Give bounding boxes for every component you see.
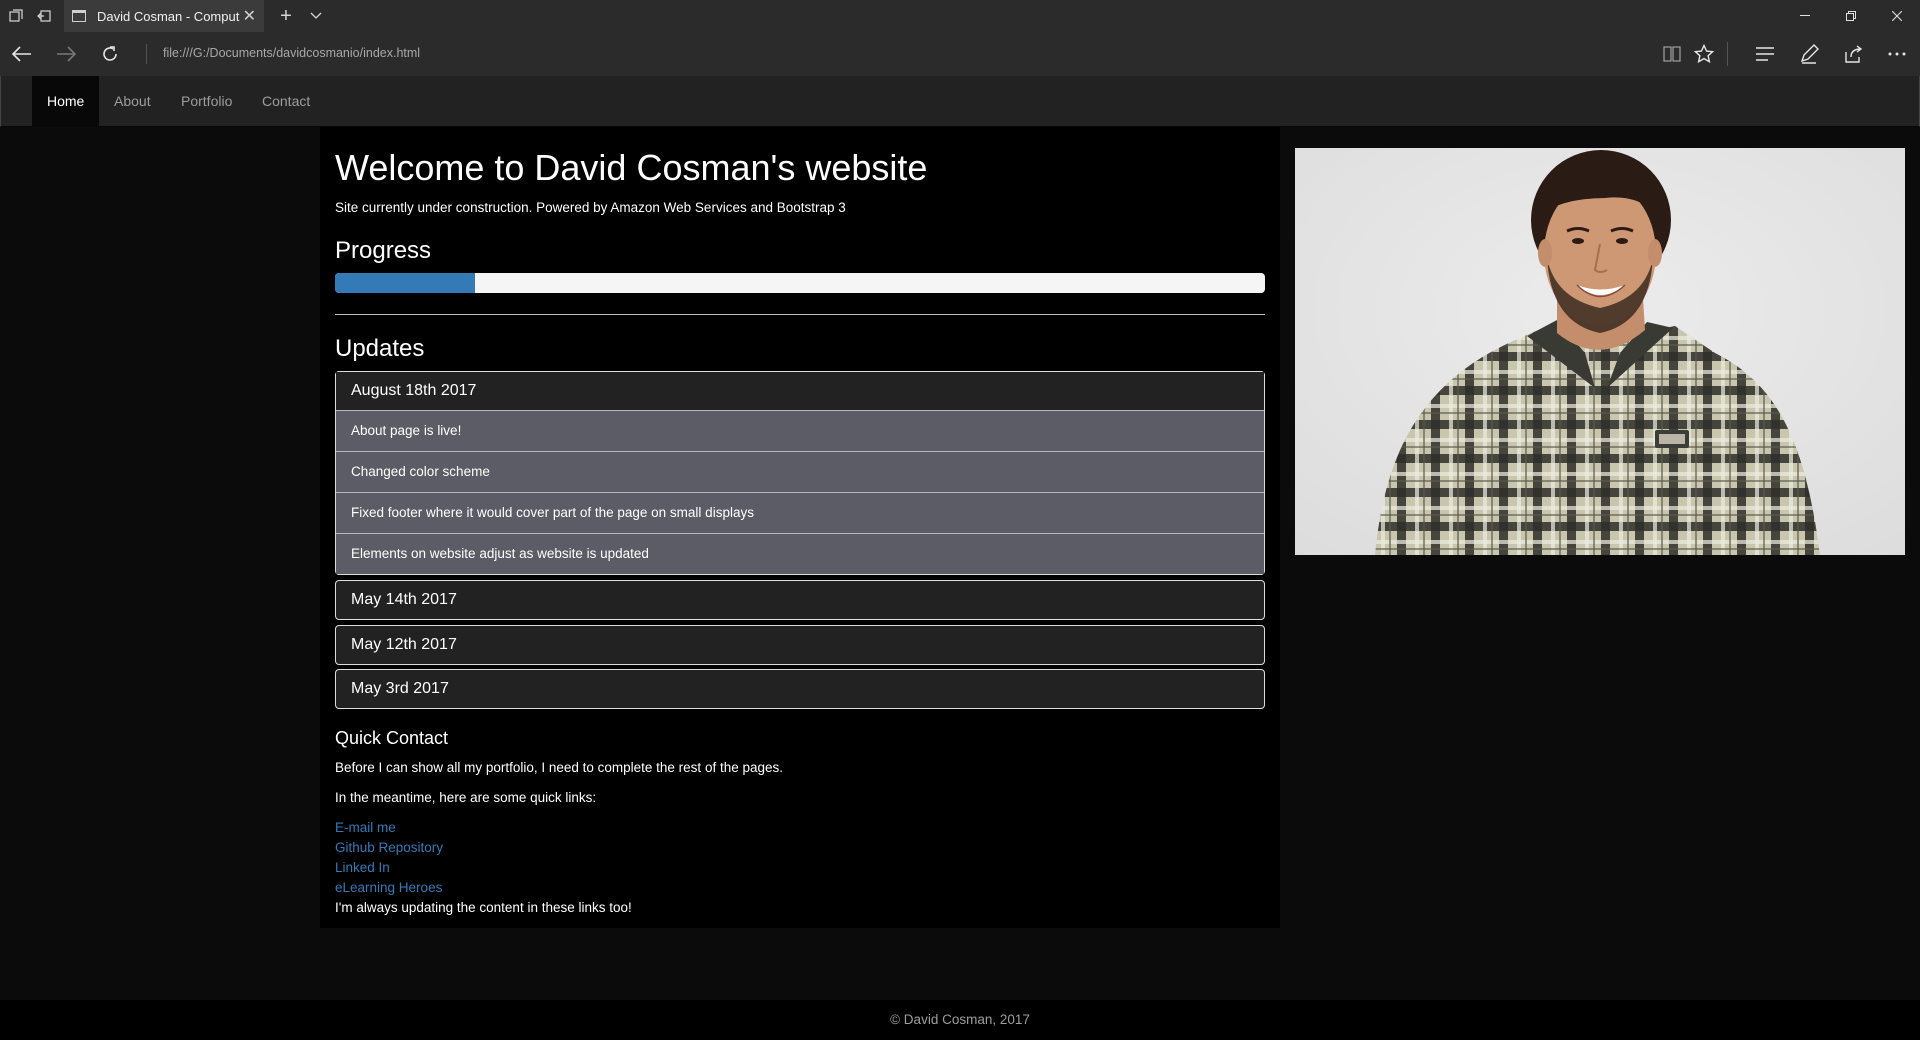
site-navbar: Home About Portfolio Contact [0,76,1920,127]
favorite-star-icon[interactable] [1688,38,1720,70]
update-list-item: About page is live! [336,410,1264,451]
divider [335,314,1265,315]
page-subtitle: Site currently under construction. Power… [335,200,846,215]
update-panel-may-3: May 3rd 2017 [335,669,1265,709]
set-tabs-aside-icon[interactable] [28,0,60,32]
github-link[interactable]: Github Repository [335,840,443,855]
minimize-icon[interactable] [1782,0,1828,32]
email-link[interactable]: E-mail me [335,820,396,835]
quick-contact-intro: Before I can show all my portfolio, I ne… [335,760,783,775]
update-date-header[interactable]: May 14th 2017 [336,581,1264,619]
browser-toolbar: file:///G:/Documents/davidcosmanio/index… [0,32,1920,76]
restore-icon[interactable] [1828,0,1874,32]
site-footer: © David Cosman, 2017 [0,1000,1920,1040]
refresh-icon[interactable] [94,38,126,70]
share-icon[interactable] [1837,38,1869,70]
linkedin-link[interactable]: Linked In [335,860,390,875]
update-panel-aug-18: August 18th 2017 About page is live! Cha… [335,371,1265,575]
back-icon[interactable] [6,38,38,70]
update-date-header[interactable]: May 12th 2017 [336,626,1264,664]
quick-contact-outro: I'm always updating the content in these… [335,900,632,915]
progress-bar [335,273,1265,293]
copyright-text: © David Cosman, 2017 [890,1012,1030,1027]
toolbar-divider [1727,42,1728,66]
close-tab-icon[interactable]: ✕ [243,6,256,26]
address-input[interactable]: file:///G:/Documents/davidcosmanio/index… [163,46,420,60]
main-content: Welcome to David Cosman's website Site c… [320,127,1280,928]
update-panel-may-14: May 14th 2017 [335,580,1265,620]
profile-photo [1295,148,1905,555]
progress-heading: Progress [335,237,432,264]
nav-home[interactable]: Home [32,76,100,126]
close-window-icon[interactable] [1874,0,1920,32]
reading-view-icon[interactable] [1656,38,1688,70]
update-date-header[interactable]: May 3rd 2017 [336,670,1264,708]
forward-icon[interactable] [50,38,82,70]
browser-titlebar: David Cosman - Computer ✕ + [0,0,1920,32]
update-panel-may-12: May 12th 2017 [335,625,1265,665]
tab-title: David Cosman - Computer [97,8,240,24]
nav-contact[interactable]: Contact [247,76,325,126]
nav-about[interactable]: About [99,76,166,126]
new-tab-icon[interactable]: + [270,0,302,32]
page-icon [72,10,86,22]
update-list-item: Changed color scheme [336,451,1264,492]
web-note-pen-icon[interactable] [1793,38,1825,70]
updates-heading: Updates [335,335,425,362]
elearning-heroes-link[interactable]: eLearning Heroes [335,880,442,895]
address-divider [146,44,147,64]
progress-bar-fill [335,273,475,293]
quick-contact-heading: Quick Contact [335,728,449,748]
update-list-item: Fixed footer where it would cover part o… [336,492,1264,533]
quick-contact-meantime: In the meantime, here are some quick lin… [335,790,597,805]
update-date-header[interactable]: August 18th 2017 [336,372,1264,410]
hub-icon[interactable] [1749,38,1781,70]
browser-tab[interactable]: David Cosman - Computer ✕ [64,0,264,32]
nav-portfolio[interactable]: Portfolio [166,76,247,126]
update-list-item: Elements on website adjust as website is… [336,533,1264,574]
more-icon[interactable] [1881,38,1913,70]
chevron-down-icon[interactable] [302,0,330,32]
page-title: Welcome to David Cosman's website [335,147,928,188]
